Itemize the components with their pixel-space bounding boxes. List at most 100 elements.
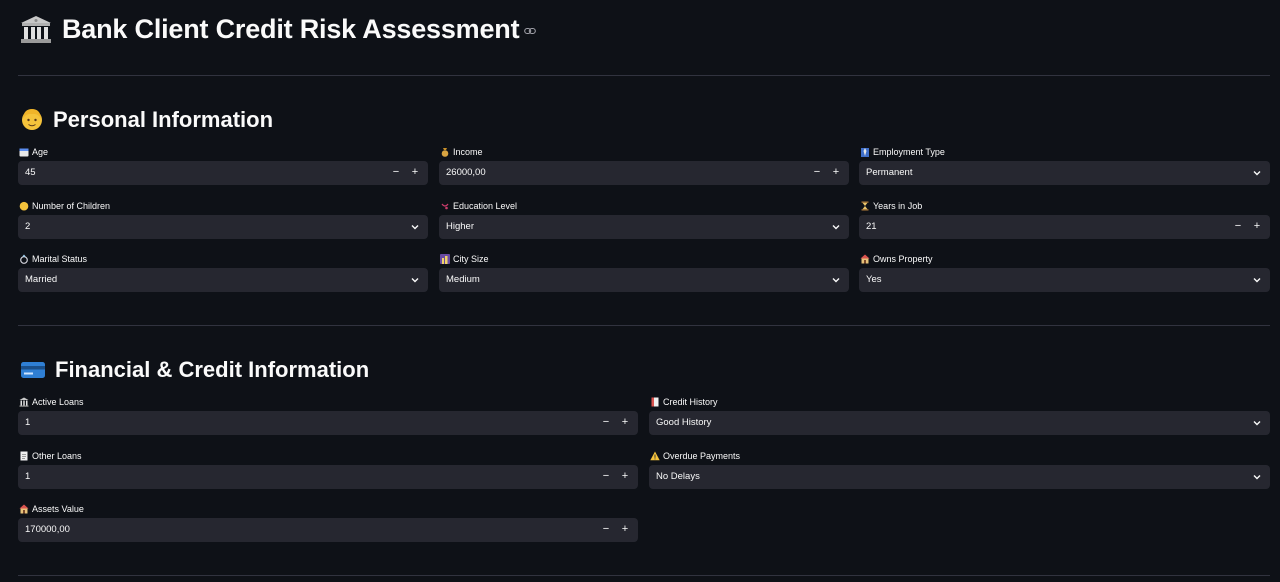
field-label: Marital Status (18, 252, 87, 266)
income-number-input[interactable]: 26000,00 − + (439, 161, 849, 185)
decrement-button[interactable]: − (386, 161, 406, 185)
city-size-select[interactable]: Medium (439, 268, 849, 292)
field-label: Education Level (439, 199, 517, 213)
ring-icon (18, 254, 29, 265)
field-income: Income 26000,00 − + (439, 145, 849, 187)
marital-status-label: Marital Status (32, 254, 88, 264)
city-size-label: City Size (453, 254, 489, 264)
page-title-text: Bank Client Credit Risk Assessment (62, 13, 520, 44)
assets-value-number-input[interactable]: 170000,00 − + (18, 518, 638, 542)
increment-button[interactable]: + (1247, 215, 1267, 239)
employment-type-value: Permanent (866, 167, 913, 178)
field-age: Age 45 − + (18, 145, 428, 187)
field-assets-value: Assets Value 170000,00 − + (18, 502, 638, 544)
bank-building-icon (20, 14, 52, 44)
graduation-icon (439, 201, 450, 212)
chevron-down-icon[interactable] (1252, 168, 1262, 178)
field-owns-property: Owns Property Yes (859, 252, 1270, 294)
increment-button[interactable]: + (615, 411, 635, 435)
increment-button[interactable]: + (615, 465, 635, 489)
section-header-personal: Personal Information (20, 105, 273, 135)
page-icon (18, 451, 29, 462)
section-header-financial: Financial & Credit Information (20, 355, 369, 385)
marital-status-select[interactable]: Married (18, 268, 428, 292)
field-credit-history: Credit History Good History (649, 395, 1270, 437)
credit-card-icon (20, 359, 46, 381)
field-number-of-children: Number of Children 2 (18, 199, 428, 241)
number-of-children-select[interactable]: 2 (18, 215, 428, 239)
field-label: Other Loans (18, 449, 82, 463)
other-loans-number-input[interactable]: 1 − + (18, 465, 638, 489)
assets-value-value: 170000,00 (25, 524, 70, 535)
app-page: Bank Client Credit Risk Assessment Perso… (0, 0, 1280, 582)
field-label: Owns Property (859, 252, 933, 266)
decrement-button[interactable]: − (1228, 215, 1248, 239)
chevron-down-icon[interactable] (410, 275, 420, 285)
field-city-size: City Size Medium (439, 252, 849, 294)
overdue-payments-value: No Delays (656, 471, 700, 482)
decrement-button[interactable]: − (807, 161, 827, 185)
employment-type-select[interactable]: Permanent (859, 161, 1270, 185)
active-loans-label: Active Loans (32, 397, 84, 407)
chevron-down-icon[interactable] (1252, 472, 1262, 482)
chevron-down-icon[interactable] (831, 275, 841, 285)
active-loans-number-input[interactable]: 1 − + (18, 411, 638, 435)
age-value: 45 (25, 167, 36, 178)
field-years-in-job: Years in Job 21 − + (859, 199, 1270, 241)
field-active-loans: Active Loans 1 − + (18, 395, 638, 437)
decrement-button[interactable]: − (596, 411, 616, 435)
link-icon[interactable] (524, 27, 537, 35)
city-size-value: Medium (446, 274, 480, 285)
age-number-input[interactable]: 45 − + (18, 161, 428, 185)
city-icon (439, 254, 450, 265)
increment-button[interactable]: + (405, 161, 425, 185)
owns-property-select[interactable]: Yes (859, 268, 1270, 292)
hourglass-icon (859, 201, 870, 212)
overdue-payments-select[interactable]: No Delays (649, 465, 1270, 489)
decrement-button[interactable]: − (596, 518, 616, 542)
divider (18, 575, 1270, 576)
money-bag-icon (439, 147, 450, 158)
years-in-job-label: Years in Job (873, 201, 923, 211)
credit-history-value: Good History (656, 417, 712, 428)
field-label: Assets Value (18, 502, 84, 516)
section-title-financial: Financial & Credit Information (55, 357, 370, 382)
number-of-children-value: 2 (25, 221, 31, 232)
years-in-job-number-input[interactable]: 21 − + (859, 215, 1270, 239)
house-icon (859, 254, 870, 265)
field-other-loans: Other Loans 1 − + (18, 449, 638, 491)
chevron-down-icon[interactable] (831, 222, 841, 232)
education-level-select[interactable]: Higher (439, 215, 849, 239)
field-label: Number of Children (18, 199, 110, 213)
page-title: Bank Client Credit Risk Assessment (20, 10, 537, 48)
active-loans-value: 1 (25, 417, 31, 428)
field-label: Overdue Payments (649, 449, 740, 463)
number-of-children-label: Number of Children (32, 201, 111, 211)
credit-history-label: Credit History (663, 397, 718, 407)
field-label: Years in Job (859, 199, 922, 213)
field-education-level: Education Level Higher (439, 199, 849, 241)
decrement-button[interactable]: − (596, 465, 616, 489)
field-label: Active Loans (18, 395, 84, 409)
chevron-down-icon[interactable] (410, 222, 420, 232)
field-label: Credit History (649, 395, 718, 409)
income-label: Income (453, 147, 483, 157)
section-title-personal: Personal Information (53, 107, 274, 132)
education-level-value: Higher (446, 221, 474, 232)
field-employment-type: Employment Type Permanent (859, 145, 1270, 187)
field-label: Income (439, 145, 483, 159)
field-marital-status: Marital Status Married (18, 252, 428, 294)
education-level-label: Education Level (453, 201, 518, 211)
credit-history-select[interactable]: Good History (649, 411, 1270, 435)
person-icon (20, 107, 44, 133)
employment-type-label: Employment Type (873, 147, 945, 157)
increment-button[interactable]: + (615, 518, 635, 542)
assets-value-label: Assets Value (32, 504, 84, 514)
overdue-payments-label: Overdue Payments (663, 451, 741, 461)
chevron-down-icon[interactable] (1252, 275, 1262, 285)
field-label: Age (18, 145, 48, 159)
chevron-down-icon[interactable] (1252, 418, 1262, 428)
years-in-job-value: 21 (866, 221, 877, 232)
income-value: 26000,00 (446, 167, 486, 178)
increment-button[interactable]: + (826, 161, 846, 185)
